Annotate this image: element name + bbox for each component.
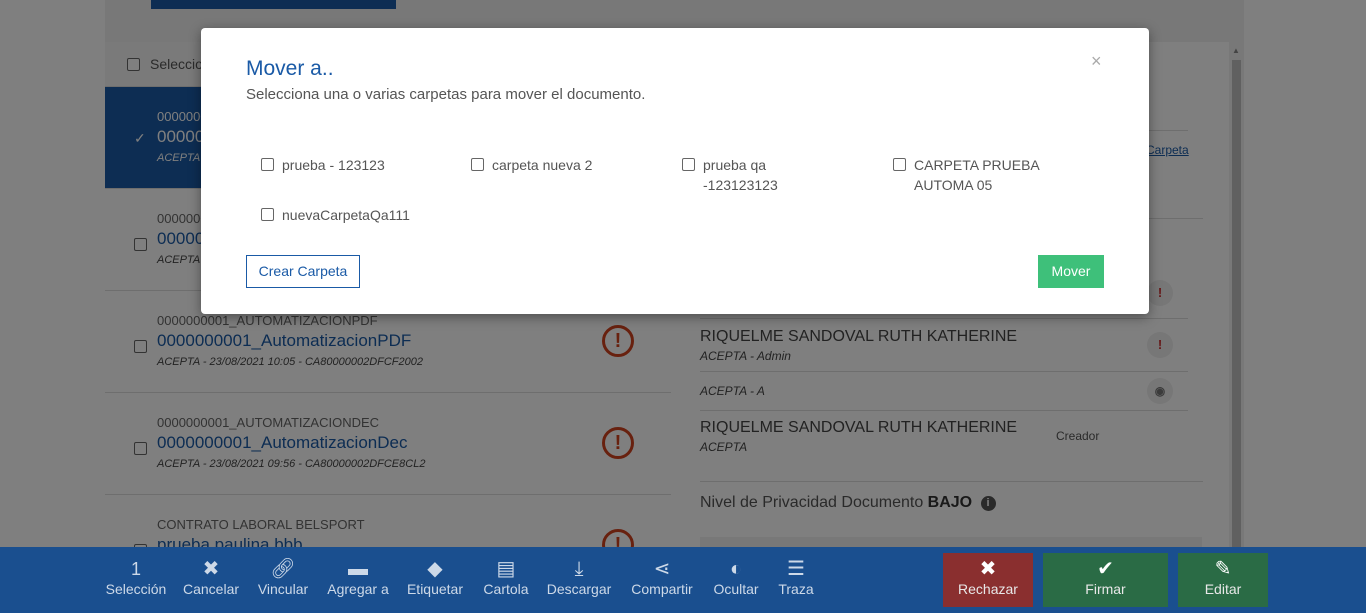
- folder-option[interactable]: nuevaCarpetaQa111: [261, 205, 410, 225]
- link-icon: 🔗︎: [270, 558, 296, 580]
- dialog-title: Mover a..: [246, 57, 334, 80]
- folder-option[interactable]: carpeta nueva 2: [471, 155, 592, 175]
- eye-slash-icon: ◐: [729, 558, 743, 580]
- share-icon: ⋖: [653, 558, 671, 580]
- folder-label: carpeta nueva 2: [492, 157, 593, 173]
- folder-checkbox[interactable]: [261, 208, 274, 221]
- folder-checkbox[interactable]: [893, 158, 906, 171]
- folder-label: CARPETA PRUEBA AUTOMA 05: [914, 157, 1040, 193]
- folder-icon: ▬: [348, 558, 368, 580]
- pencil-icon: ✎: [1214, 558, 1232, 580]
- folder-label: nuevaCarpetaQa111: [282, 207, 410, 223]
- selection-count-value: 1: [130, 559, 141, 579]
- list-icon: ☰: [787, 558, 805, 580]
- cartola-button[interactable]: ▤ Cartola: [479, 547, 533, 613]
- create-folder-button[interactable]: Crear Carpeta: [246, 255, 360, 288]
- close-icon[interactable]: ×: [1091, 51, 1102, 72]
- bottom-toolbar: 1 Selección ✖ Cancelar 🔗︎ Vincular ▬ Agr…: [0, 547, 1366, 613]
- add-to-button[interactable]: ▬ Agregar a: [325, 547, 391, 613]
- close-icon: ✖: [202, 558, 220, 580]
- tag-button[interactable]: ◆ Etiquetar: [404, 547, 466, 613]
- cancel-button[interactable]: ✖ Cancelar: [181, 547, 241, 613]
- folder-label: prueba - 123123: [282, 157, 385, 173]
- share-button[interactable]: ⋖ Compartir: [626, 547, 698, 613]
- sign-button[interactable]: ✔ Firmar: [1043, 553, 1168, 607]
- folder-option[interactable]: prueba - 123123: [261, 155, 385, 175]
- list-box-icon: ▤: [496, 558, 516, 580]
- folder-option[interactable]: prueba qa -123123123: [682, 155, 778, 195]
- x-icon: ✖: [979, 558, 997, 580]
- edit-button[interactable]: ✎ Editar: [1178, 553, 1268, 607]
- selection-count: 1 Selección: [101, 547, 171, 613]
- folder-checkbox[interactable]: [682, 158, 695, 171]
- move-to-dialog: Mover a.. Selecciona una o varias carpet…: [201, 28, 1149, 314]
- download-icon: ⤓: [574, 558, 584, 580]
- hide-button[interactable]: ◐ Ocultar: [709, 547, 763, 613]
- reject-button[interactable]: ✖ Rechazar: [943, 553, 1033, 607]
- folder-option[interactable]: CARPETA PRUEBA AUTOMA 05: [893, 155, 1040, 195]
- link-button[interactable]: 🔗︎ Vincular: [254, 547, 312, 613]
- download-button[interactable]: ⤓ Descargar: [545, 547, 613, 613]
- folder-label: prueba qa -123123123: [703, 157, 778, 193]
- folder-checkbox[interactable]: [471, 158, 484, 171]
- check-icon: ✔: [1097, 558, 1114, 580]
- dialog-subtitle: Selecciona una o varias carpetas para mo…: [246, 86, 646, 103]
- trace-button[interactable]: ☰ Traza: [774, 547, 818, 613]
- move-button[interactable]: Mover: [1038, 255, 1104, 288]
- folder-checkbox[interactable]: [261, 158, 274, 171]
- tag-icon: ◆: [427, 558, 443, 580]
